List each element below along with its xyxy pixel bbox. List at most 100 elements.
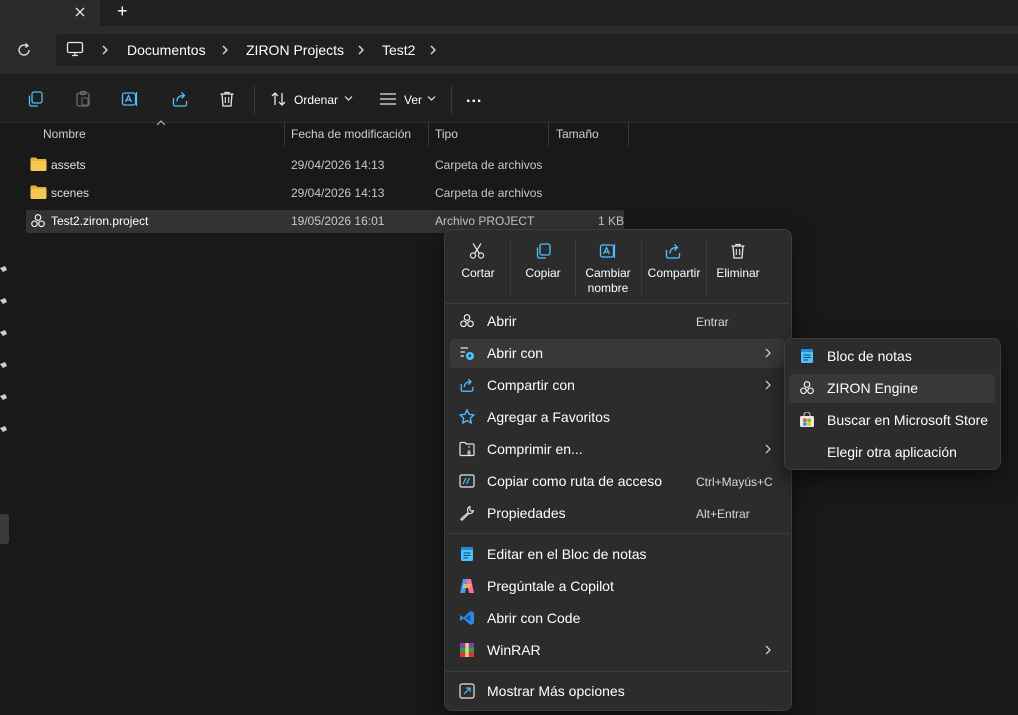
column-header-size[interactable]: Tamaño [556, 127, 599, 141]
menu-item-edit-notepad[interactable]: Editar en el Bloc de notas [487, 546, 647, 562]
store-icon [799, 412, 815, 428]
breadcrumb-ziron-projects[interactable]: ZIRON Projects [246, 42, 344, 58]
menu-separator [445, 671, 789, 672]
more-options-button[interactable]: ... [466, 89, 482, 107]
toolbar-divider [451, 86, 452, 114]
menu-item-copy-as-path[interactable]: Copiar como ruta de acceso [487, 473, 662, 489]
notepad-icon [800, 348, 814, 364]
copy-icon[interactable] [26, 90, 44, 108]
menu-item-ask-copilot[interactable]: Pregúntale a Copilot [487, 578, 614, 594]
breadcrumb-test2[interactable]: Test2 [382, 42, 415, 58]
file-modified: 29/04/2026 14:13 [291, 158, 385, 172]
quick-action-delete[interactable]: Eliminar [712, 266, 764, 281]
column-header-modified[interactable]: Fecha de modificación [291, 127, 411, 141]
rename-icon [599, 242, 617, 260]
view-icon[interactable] [379, 92, 397, 106]
file-modified: 29/04/2026 14:13 [291, 186, 385, 200]
close-tab-icon[interactable] [73, 5, 87, 19]
share-icon[interactable] [171, 90, 189, 108]
menu-item-compress[interactable]: Comprimir en... [487, 441, 583, 457]
quick-action-divider [510, 240, 511, 296]
quick-action-divider [706, 240, 707, 296]
submenu-item-choose-another-app[interactable]: Elegir otra aplicación [827, 444, 957, 460]
column-divider[interactable] [628, 122, 629, 146]
file-modified: 19/05/2026 16:01 [291, 214, 385, 228]
winrar-icon [459, 642, 475, 658]
chevron-right-icon[interactable] [220, 44, 230, 56]
this-pc-icon[interactable] [66, 41, 84, 57]
new-tab-button[interactable]: + [117, 2, 128, 20]
menu-separator [445, 533, 789, 534]
refresh-icon[interactable] [16, 42, 32, 58]
pin-icon[interactable] [0, 394, 7, 402]
more-options-icon [459, 683, 475, 699]
file-name[interactable]: assets [51, 158, 86, 172]
view-button[interactable]: Ver [404, 93, 422, 107]
sort-button[interactable]: Ordenar [294, 93, 338, 107]
quick-action-copy[interactable]: Copiar [517, 266, 569, 281]
menu-item-winrar[interactable]: WinRAR [487, 642, 541, 658]
compress-icon [459, 441, 475, 457]
trash-icon[interactable] [218, 90, 236, 108]
quick-action-divider [641, 240, 642, 296]
pin-icon[interactable] [0, 426, 7, 434]
file-name[interactable]: scenes [51, 186, 89, 200]
menu-item-show-more-options[interactable]: Mostrar Más opciones [487, 683, 625, 699]
pin-icon[interactable] [0, 362, 7, 370]
file-type: Carpeta de archivos [435, 158, 543, 172]
quick-action-rename[interactable]: Cambiar nombre [580, 266, 636, 296]
context-menu [444, 229, 792, 711]
menu-item-properties[interactable]: Propiedades [487, 505, 566, 521]
column-divider[interactable] [284, 122, 285, 146]
pin-icon[interactable] [0, 298, 7, 306]
share-icon [664, 242, 682, 260]
breadcrumb-documentos[interactable]: Documentos [127, 42, 206, 58]
submenu-item-ziron-engine[interactable]: ZIRON Engine [827, 380, 918, 396]
chevron-right-icon[interactable] [100, 44, 110, 56]
quick-action-share[interactable]: Compartir [644, 266, 704, 281]
vscode-icon [459, 610, 475, 626]
sort-icon[interactable] [270, 91, 288, 107]
chevron-right-icon [764, 443, 772, 455]
paste-icon[interactable] [74, 90, 92, 108]
submenu-item-notepad[interactable]: Bloc de notas [827, 348, 912, 364]
chevron-right-icon[interactable] [428, 44, 438, 56]
copilot-icon [459, 578, 475, 594]
column-header-name[interactable]: Nombre [43, 127, 86, 141]
shortcut-copy-as-path: Ctrl+Mayús+C [696, 475, 773, 489]
ziron-icon [459, 313, 475, 329]
file-name[interactable]: Test2.ziron.project [51, 214, 148, 228]
file-type: Archivo PROJECT [435, 214, 535, 228]
column-divider[interactable] [548, 122, 549, 146]
ziron-icon [30, 213, 46, 229]
column-divider[interactable] [428, 122, 429, 146]
pin-icon[interactable] [0, 266, 7, 274]
menu-separator [445, 303, 789, 304]
menu-item-open[interactable]: Abrir [487, 313, 517, 329]
chevron-down-icon[interactable] [427, 95, 436, 102]
column-header-type[interactable]: Tipo [435, 127, 458, 141]
menu-item-add-favorites[interactable]: Agregar a Favoritos [487, 409, 610, 425]
rename-icon[interactable] [121, 90, 139, 108]
nav-pane-scrollbar[interactable] [0, 514, 9, 544]
notepad-icon [460, 546, 474, 562]
chevron-right-icon [764, 347, 772, 359]
quick-action-cut[interactable]: Cortar [452, 266, 504, 281]
menu-item-share-with[interactable]: Compartir con [487, 377, 575, 393]
command-bar [0, 74, 1018, 123]
chevron-right-icon [764, 379, 772, 391]
submenu-item-microsoft-store[interactable]: Buscar en Microsoft Store [827, 412, 988, 428]
trash-icon [729, 242, 747, 260]
pin-icon[interactable] [0, 330, 7, 338]
scissors-icon [468, 242, 486, 260]
menu-item-open-with[interactable]: Abrir con [487, 345, 543, 361]
chevron-right-icon[interactable] [356, 44, 366, 56]
toolbar-divider [254, 86, 255, 114]
menu-item-open-with-code[interactable]: Abrir con Code [487, 610, 580, 626]
file-size: 1 KB [598, 214, 625, 228]
chevron-down-icon[interactable] [344, 95, 353, 102]
share-icon [459, 377, 475, 393]
shortcut-open: Entrar [696, 315, 729, 329]
wrench-icon [459, 505, 475, 521]
copy-icon [534, 242, 552, 260]
